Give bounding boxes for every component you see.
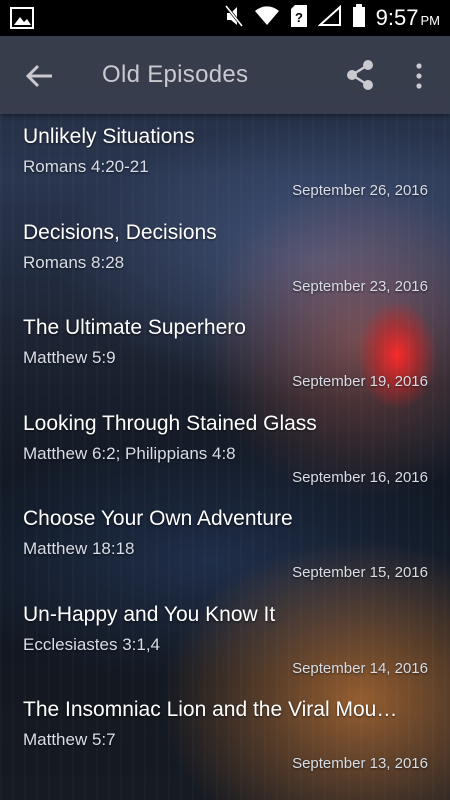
episode-item[interactable]: Decisions, Decisions Romans 8:28 Septemb… bbox=[0, 210, 450, 306]
episode-title: Looking Through Stained Glass bbox=[23, 411, 317, 435]
episode-item[interactable]: Unlikely Situations Romans 4:20-21 Septe… bbox=[0, 114, 450, 210]
page-title: Old Episodes bbox=[102, 61, 249, 88]
sim-unknown-icon: ? bbox=[290, 4, 308, 33]
episode-list: Unlikely Situations Romans 4:20-21 Septe… bbox=[0, 114, 450, 800]
episode-date: September 15, 2016 bbox=[292, 564, 428, 581]
episode-reference: Matthew 6:2; Philippians 4:8 bbox=[23, 443, 236, 463]
arrow-back-icon bbox=[25, 64, 52, 88]
episode-reference: Romans 8:28 bbox=[23, 252, 125, 272]
episode-date: September 26, 2016 bbox=[292, 182, 428, 199]
episode-reference: Matthew 5:9 bbox=[23, 348, 116, 367]
status-ampm: PM bbox=[420, 13, 441, 28]
episode-item[interactable]: Looking Through Stained Glass Matthew 6:… bbox=[0, 401, 450, 497]
episode-title: Decisions, Decisions bbox=[23, 220, 217, 244]
episode-reference: Romans 4:20-21 bbox=[23, 157, 149, 176]
mute-icon bbox=[224, 4, 244, 33]
app-bar: Old Episodes bbox=[0, 36, 450, 114]
episode-date: September 14, 2016 bbox=[292, 659, 428, 677]
episode-item[interactable]: Un-Happy and You Know It Ecclesiastes 3:… bbox=[0, 592, 450, 688]
image-icon bbox=[10, 7, 34, 29]
episode-reference: Matthew 5:7 bbox=[23, 730, 116, 749]
episode-date: September 13, 2016 bbox=[292, 755, 428, 772]
episode-title: Unlikely Situations bbox=[23, 125, 195, 148]
episode-date: September 19, 2016 bbox=[292, 373, 428, 390]
share-button[interactable] bbox=[344, 58, 376, 92]
battery-icon bbox=[352, 3, 366, 33]
episode-title: Choose Your Own Adventure bbox=[23, 507, 293, 530]
share-icon bbox=[347, 60, 373, 90]
episode-date: September 16, 2016 bbox=[292, 468, 428, 486]
episode-item[interactable]: Choose Your Own Adventure Matthew 18:18 … bbox=[0, 496, 450, 592]
back-button[interactable] bbox=[22, 58, 58, 94]
episode-title: The Insomniac Lion and the Viral Mou… bbox=[23, 698, 398, 721]
episode-reference: Matthew 18:18 bbox=[23, 539, 135, 558]
episode-title: The Ultimate Superhero bbox=[23, 316, 246, 339]
episode-reference: Ecclesiastes 3:1,4 bbox=[23, 634, 161, 654]
episode-date: September 23, 2016 bbox=[292, 277, 428, 295]
status-bar: ? 9:57 PM bbox=[0, 0, 450, 36]
episode-item[interactable]: The Ultimate Superhero Matthew 5:9 Septe… bbox=[0, 305, 450, 401]
status-time: 9:57 bbox=[375, 5, 419, 30]
signal-icon bbox=[317, 4, 342, 32]
svg-text:?: ? bbox=[295, 10, 303, 25]
clock: 9:57 PM bbox=[376, 5, 440, 31]
wifi-icon bbox=[254, 5, 280, 32]
more-options-button[interactable] bbox=[410, 60, 428, 92]
episode-item[interactable]: The Insomniac Lion and the Viral Mou… Ma… bbox=[0, 687, 450, 783]
more-vert-icon bbox=[416, 63, 422, 89]
episode-title: Un-Happy and You Know It bbox=[23, 602, 276, 626]
